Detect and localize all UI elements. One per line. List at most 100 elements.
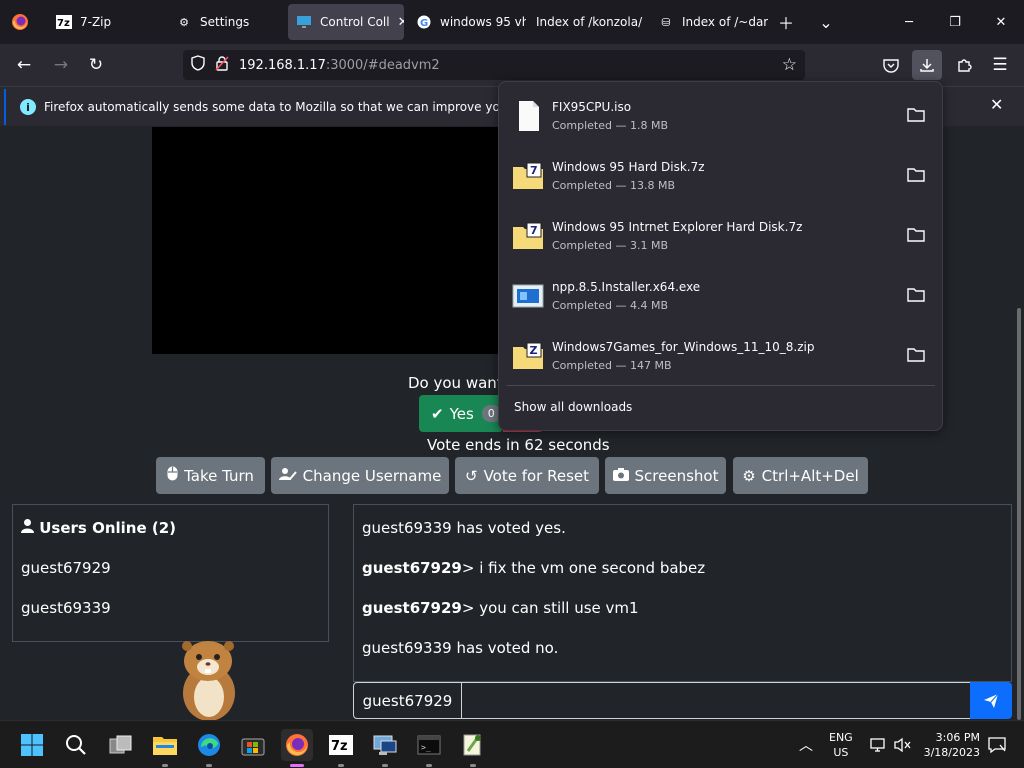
taskbar-microsoft-store[interactable] <box>237 729 269 761</box>
take-turn-button[interactable]: Take Turn <box>156 457 265 494</box>
tab-control-collection[interactable]: Control Coll ✕ <box>288 4 404 40</box>
hamburger-menu-icon[interactable]: ☰ <box>985 50 1015 80</box>
forward-button[interactable]: → <box>46 50 76 80</box>
download-filename: Windows7Games_for_Windows_11_10_8.zip <box>552 340 815 354</box>
volume-muted-icon[interactable] <box>893 735 913 755</box>
taskbar-edge[interactable] <box>193 729 225 767</box>
close-window-button[interactable]: ✕ <box>978 0 1024 44</box>
change-username-label: Change Username <box>302 466 442 485</box>
show-hidden-icons-chevron[interactable]: ︿ <box>796 735 816 755</box>
store-icon <box>241 738 265 756</box>
camera-icon <box>612 467 629 485</box>
user-list-item: guest67929 <box>21 559 111 577</box>
vote-yes-button[interactable]: ✔ Yes 0 <box>419 395 503 432</box>
download-filename: FIX95CPU.iso <box>552 100 632 114</box>
user-list-item: guest69339 <box>21 599 111 617</box>
firefox-icon <box>286 734 308 756</box>
download-status: Completed — 3.1 MB <box>552 239 669 252</box>
firefox-menu-icon[interactable] <box>6 8 34 36</box>
remote-desktop-icon <box>373 735 397 755</box>
download-item[interactable]: Z Windows7Games_for_Windows_11_10_8.zip … <box>507 328 935 384</box>
download-filename: Windows 95 Hard Disk.7z <box>552 160 705 174</box>
chat-messages-panel: guest69339 has voted yes. guest67929> i … <box>353 504 1012 682</box>
task-view-button[interactable] <box>105 729 137 761</box>
folder-icon[interactable] <box>907 107 925 123</box>
7z-archive-icon: 7 <box>513 222 543 249</box>
list-all-tabs-button[interactable]: ⌄ <box>812 8 840 36</box>
download-item[interactable]: 7 Windows 95 Intrnet Explorer Hard Disk.… <box>507 208 935 264</box>
send-message-button[interactable] <box>970 682 1012 719</box>
ctrl-alt-del-button[interactable]: ⚙ Ctrl+Alt+Del <box>733 457 868 494</box>
change-username-button[interactable]: Change Username <box>271 457 449 494</box>
close-tab-icon[interactable]: ✕ <box>398 15 404 30</box>
start-button[interactable] <box>16 729 48 761</box>
language-code: ENG <box>829 731 853 744</box>
svg-text:7z: 7z <box>331 739 348 754</box>
new-tab-button[interactable]: ＋ <box>772 8 800 36</box>
network-icon[interactable] <box>869 735 889 755</box>
system-clock[interactable]: 3:06 PM 3/18/2023 <box>922 730 980 760</box>
search-icon <box>66 735 86 755</box>
users-online-heading: Users Online (2) <box>21 519 176 537</box>
insecure-lock-icon[interactable] <box>215 55 229 75</box>
url-bar[interactable]: 192.168.1.17:3000/#deadvm2 ☆ <box>183 50 805 80</box>
folder-icon[interactable] <box>907 287 925 303</box>
7zip-icon: 7z <box>329 735 353 755</box>
shield-icon[interactable] <box>191 55 205 75</box>
tab-title: Index of /~dar <box>682 15 768 29</box>
taskbar-terminal[interactable]: >_ <box>413 729 445 767</box>
chat-username-label: guest67929 <box>353 682 462 719</box>
chat-message-input[interactable] <box>461 682 971 719</box>
folder-icon[interactable] <box>907 347 925 363</box>
info-icon: i <box>20 99 36 115</box>
back-button[interactable]: ← <box>9 50 39 80</box>
download-status: Completed — 13.8 MB <box>552 179 676 192</box>
user-icon <box>21 519 34 533</box>
svg-text:>_: >_ <box>421 743 431 752</box>
notification-center-icon[interactable] <box>987 735 1007 755</box>
taskbar-remote-desktop[interactable] <box>369 729 401 767</box>
gear-icon: ⚙ <box>179 15 189 29</box>
taskbar-7zip[interactable]: 7z <box>325 729 357 767</box>
downloads-button[interactable] <box>912 50 942 80</box>
show-all-downloads-link[interactable]: Show all downloads <box>514 400 632 414</box>
running-indicator <box>338 764 344 767</box>
rotate-left-icon: ↺ <box>464 466 478 485</box>
tab-index-konzola[interactable]: Index of /konzola/ <box>528 4 648 40</box>
input-language-indicator[interactable]: ENG US <box>829 730 853 760</box>
pocket-icon[interactable] <box>876 50 906 80</box>
tab-google-search[interactable]: G windows 95 vh <box>408 4 526 40</box>
vm-display[interactable] <box>152 127 524 354</box>
download-item[interactable]: FIX95CPU.iso Completed — 1.8 MB <box>507 88 935 144</box>
maximize-button[interactable]: ❐ <box>932 0 978 44</box>
bookmark-star-icon[interactable]: ☆ <box>782 55 797 75</box>
minimize-button[interactable]: ─ <box>886 0 932 44</box>
screenshot-label: Screenshot <box>634 466 719 485</box>
extensions-puzzle-icon[interactable] <box>949 50 979 80</box>
browser-tab-bar: 7z 7-Zip ⚙ Settings Control Coll ✕ G win… <box>0 0 1024 44</box>
tab-settings[interactable]: ⚙ Settings <box>168 4 286 40</box>
reload-button[interactable]: ↻ <box>81 50 111 80</box>
notepad-plus-plus-icon <box>463 734 481 756</box>
close-notification-icon[interactable]: ✕ <box>990 95 1003 114</box>
taskbar-notepad-plus-plus[interactable] <box>457 729 489 767</box>
tab-7zip[interactable]: 7z 7-Zip <box>48 4 166 40</box>
downloads-panel: FIX95CPU.iso Completed — 1.8 MB 7 Window… <box>498 81 943 431</box>
download-item[interactable]: 7 Windows 95 Hard Disk.7z Completed — 13… <box>507 148 935 204</box>
screenshot-button[interactable]: Screenshot <box>605 457 726 494</box>
download-item[interactable]: npp.8.5.Installer.x64.exe Completed — 4.… <box>507 268 935 324</box>
vote-reset-button[interactable]: ↺ Vote for Reset <box>455 457 599 494</box>
take-turn-label: Take Turn <box>184 466 254 485</box>
running-indicator <box>162 764 168 767</box>
taskbar-firefox[interactable] <box>281 729 313 767</box>
tab-index-dar[interactable]: ⛁ Index of /~dar <box>650 4 768 40</box>
download-filename: npp.8.5.Installer.x64.exe <box>552 280 701 294</box>
folder-icon[interactable] <box>907 227 925 243</box>
mouse-icon <box>167 466 178 485</box>
chat-system-message: guest69339 has voted yes. <box>362 519 566 537</box>
folder-icon[interactable] <box>907 167 925 183</box>
taskbar-search-button[interactable] <box>60 729 92 761</box>
page-scrollbar[interactable] <box>1017 308 1021 720</box>
taskbar-file-explorer[interactable] <box>149 729 181 767</box>
running-indicator <box>470 764 476 767</box>
